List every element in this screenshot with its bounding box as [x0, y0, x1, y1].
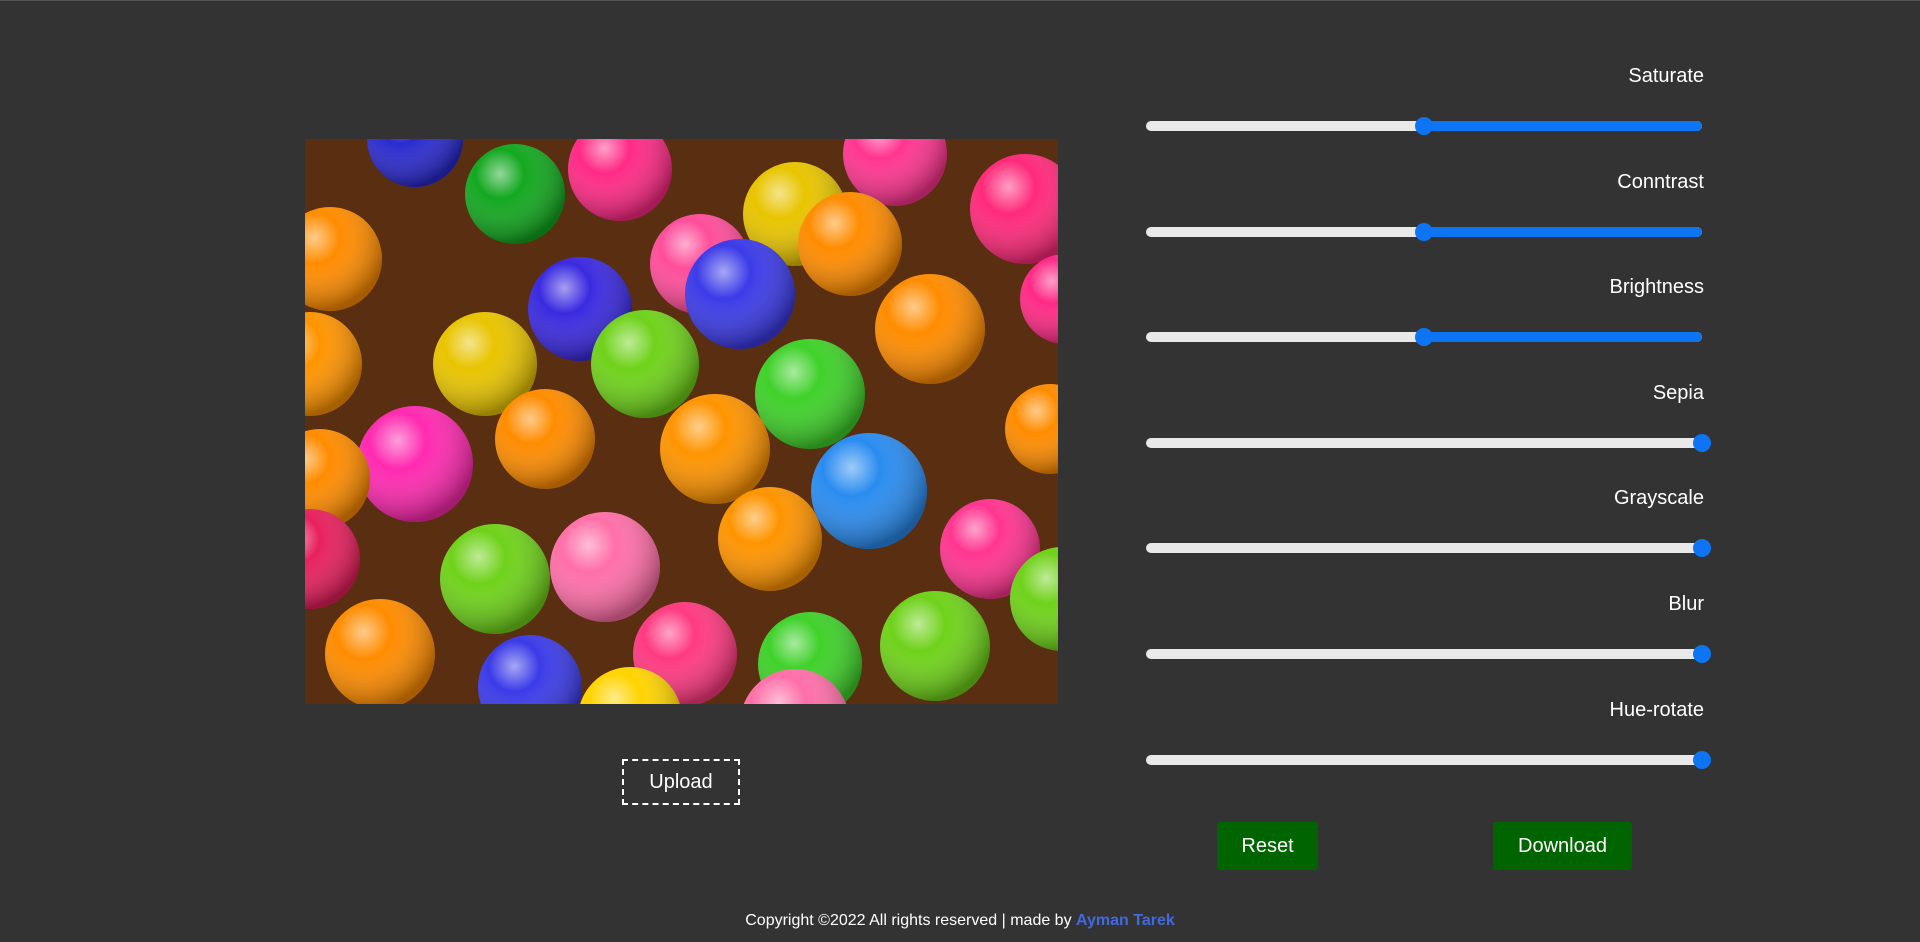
ball-shine: [875, 274, 985, 384]
ball-shine: [718, 487, 822, 591]
ball-shine: [685, 239, 795, 349]
ball-shine: [755, 339, 865, 449]
slider-thumb[interactable]: [1693, 750, 1711, 769]
ball-shine: [495, 389, 595, 489]
brightness-label: Brightness: [1609, 276, 1705, 299]
blur-label: Blur: [1668, 592, 1704, 615]
slider-thumb[interactable]: [1415, 117, 1433, 135]
saturate-label: Saturate: [1628, 65, 1704, 87]
slider-fill: [1424, 332, 1702, 343]
slider-thumb[interactable]: [1693, 644, 1711, 663]
sepia-slider[interactable]: [1146, 433, 1711, 452]
ball-shine: [591, 310, 699, 418]
upload-button[interactable]: Upload: [622, 759, 740, 805]
ball-shine: [357, 406, 473, 522]
download-button[interactable]: Download: [1493, 822, 1632, 870]
grayscale-slider[interactable]: [1146, 539, 1711, 558]
photo-editor: Upload Saturate Conntrast Brightness Sep…: [0, 0, 1920, 942]
filter-hue-rotate: Hue-rotate: [1146, 693, 1711, 799]
author-link[interactable]: Ayman Tarek: [1076, 912, 1175, 929]
filter-contrast: Conntrast: [1146, 165, 1704, 271]
slider-thumb[interactable]: [1415, 222, 1433, 241]
slider-thumb[interactable]: [1693, 539, 1711, 558]
slider-fill: [1424, 226, 1702, 237]
filter-sepia: Sepia: [1146, 376, 1711, 482]
filter-blur: Blur: [1146, 587, 1711, 693]
copyright-text: Copyright ©2022 All rights reserved | ma…: [745, 912, 1077, 929]
blur-slider[interactable]: [1146, 644, 1711, 663]
ball-shine: [325, 599, 435, 704]
hue-rotate-slider[interactable]: [1146, 750, 1711, 769]
filter-grayscale: Grayscale: [1146, 481, 1711, 587]
ball-shine: [550, 512, 660, 622]
sepia-label: Sepia: [1652, 381, 1704, 404]
balls-image: [305, 139, 1058, 704]
contrast-slider[interactable]: [1146, 222, 1702, 241]
ball-shine: [811, 433, 927, 549]
filter-saturate: Saturate: [1146, 59, 1704, 165]
hue-rotate-label: Hue-rotate: [1609, 698, 1705, 721]
filter-controls: Saturate Conntrast Brightness Sepia Gray…: [1146, 59, 1711, 799]
reset-button[interactable]: Reset: [1217, 822, 1318, 870]
image-preview: [305, 139, 1058, 704]
ball-shine: [660, 394, 770, 504]
saturate-slider[interactable]: [1146, 117, 1702, 135]
ball-shine: [440, 524, 550, 634]
footer: Copyright ©2022 All rights reserved | ma…: [0, 912, 1920, 930]
ball-shine: [465, 144, 565, 244]
filter-brightness: Brightness: [1146, 270, 1704, 376]
ball-shine: [880, 591, 990, 701]
slider-thumb[interactable]: [1415, 328, 1433, 347]
ball-shine: [798, 192, 902, 296]
slider-fill: [1424, 121, 1702, 131]
slider-thumb[interactable]: [1693, 433, 1711, 452]
contrast-label: Conntrast: [1617, 170, 1704, 193]
brightness-slider[interactable]: [1146, 328, 1702, 347]
grayscale-label: Grayscale: [1613, 487, 1704, 510]
